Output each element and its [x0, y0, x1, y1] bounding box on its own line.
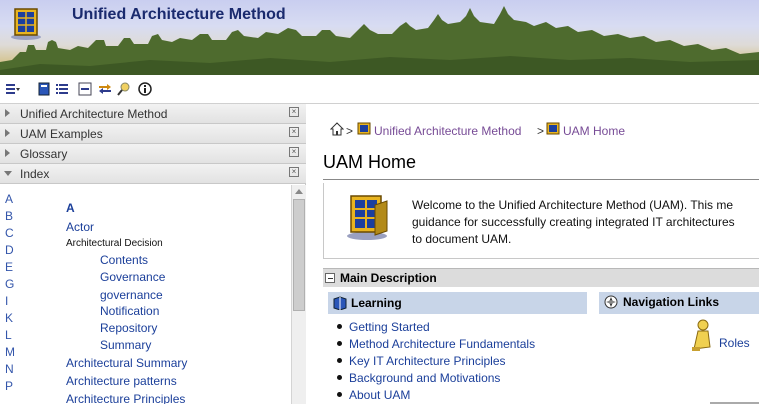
alphabet-index: A B C D E G I K L M N P [5, 192, 25, 404]
bullet-icon [337, 358, 342, 363]
left-navigation-pane: Unified Architecture Method × UAM Exampl… [0, 104, 306, 404]
index-entry[interactable]: governance [100, 288, 163, 302]
learning-link[interactable]: About UAM [349, 388, 410, 402]
role-person-icon [690, 319, 712, 358]
letter-link[interactable]: K [5, 311, 13, 325]
accordion-uam-examples[interactable]: UAM Examples × [0, 124, 306, 144]
chevron-right-icon [5, 149, 10, 157]
bullet-icon [337, 392, 342, 397]
close-icon[interactable]: × [289, 107, 299, 117]
book-icon[interactable] [37, 82, 51, 96]
collapse-toggle-icon[interactable] [325, 273, 335, 283]
letter-link[interactable]: E [5, 260, 13, 274]
index-entry[interactable]: Repository [100, 321, 157, 335]
chevron-down-icon [4, 171, 12, 176]
index-entry[interactable]: Governance [100, 270, 165, 284]
index-entry[interactable]: Contents [100, 253, 148, 267]
letter-link[interactable]: A [5, 192, 13, 206]
chevron-right-icon [5, 129, 10, 137]
sync-icon[interactable] [97, 82, 111, 96]
accordion-label: Index [20, 167, 50, 181]
app-title: Unified Architecture Method [72, 6, 286, 23]
book-icon [333, 296, 347, 313]
index-entry[interactable]: Architectural Summary [66, 356, 187, 370]
breadcrumb-separator: > [346, 124, 354, 138]
book-icon [357, 122, 371, 138]
letter-link[interactable]: L [5, 328, 12, 342]
uam-logo-icon [343, 191, 391, 246]
intro-line: Welcome to the Unified Architecture Meth… [412, 198, 734, 212]
bullet-icon [337, 324, 342, 329]
letter-link[interactable]: C [5, 226, 14, 240]
learning-link[interactable]: Background and Motivations [349, 371, 500, 385]
close-icon[interactable]: × [289, 167, 299, 177]
accordion-label: Unified Architecture Method [20, 107, 168, 121]
learning-section-header: Learning [328, 292, 587, 314]
page-title: UAM Home [323, 152, 417, 172]
intro-line: to document UAM. [412, 232, 512, 246]
navigation-links-header: Navigation Links [599, 292, 759, 314]
app-window: Unified Architecture Method Unified Arch… [0, 0, 759, 404]
divider [323, 179, 759, 180]
index-scrollbar[interactable] [291, 185, 306, 404]
compass-icon [604, 295, 618, 312]
bullet-icon [337, 375, 342, 380]
scroll-thumb[interactable] [293, 199, 305, 311]
letter-link[interactable]: B [5, 209, 13, 223]
accordion-label: Glossary [20, 147, 68, 161]
header-banner: Unified Architecture Method [0, 0, 759, 75]
breadcrumb-item-unified-architecture-method[interactable]: Unified Architecture Method [374, 124, 521, 138]
close-icon[interactable]: × [289, 147, 299, 157]
index-entry[interactable]: Summary [100, 338, 151, 352]
list-dropdown-icon[interactable] [5, 82, 20, 96]
accordion-glossary[interactable]: Glossary × [0, 144, 306, 164]
main-content: > Unified Architecture Method > UAM Home… [313, 104, 759, 404]
bullet-icon [337, 341, 342, 346]
toolbar [0, 75, 759, 104]
index-entry[interactable]: Actor [66, 220, 94, 234]
search-icon[interactable] [117, 82, 131, 96]
letter-link[interactable]: G [5, 277, 14, 291]
learning-link[interactable]: Getting Started [349, 320, 430, 334]
index-heading: A [66, 201, 75, 215]
info-icon[interactable] [138, 82, 152, 96]
main-description-header[interactable]: Main Description [323, 268, 759, 287]
learning-link[interactable]: Key IT Architecture Principles [349, 354, 506, 368]
accordion-index[interactable]: Index × [0, 164, 306, 184]
roles-link[interactable]: Roles [719, 336, 750, 350]
learning-link[interactable]: Method Architecture Fundamentals [349, 337, 535, 351]
learning-label: Learning [351, 296, 402, 310]
uam-logo-icon [8, 5, 44, 41]
index-entry[interactable]: Architecture patterns [66, 374, 177, 388]
book-icon [546, 122, 560, 138]
letter-link[interactable]: D [5, 243, 14, 257]
index-entry: Architectural Decision [66, 238, 163, 249]
breadcrumb-separator: > [537, 124, 545, 138]
letter-link[interactable]: N [5, 362, 14, 376]
intro-line: guidance for successfully creating integ… [412, 215, 735, 229]
letter-link[interactable]: I [5, 294, 8, 308]
letter-link[interactable]: M [5, 345, 15, 359]
breadcrumb-item-uam-home[interactable]: UAM Home [563, 124, 625, 138]
chevron-right-icon [5, 109, 10, 117]
accordion-unified-architecture-method[interactable]: Unified Architecture Method × [0, 104, 306, 124]
index-entry[interactable]: Notification [100, 304, 159, 318]
collapse-icon[interactable] [78, 82, 92, 96]
list-icon[interactable] [55, 82, 69, 96]
close-icon[interactable]: × [289, 127, 299, 137]
index-entry[interactable]: Architecture Principles [66, 392, 185, 404]
intro-text: Welcome to the Unified Architecture Meth… [412, 197, 735, 248]
section-label: Main Description [340, 271, 437, 285]
scroll-up-arrow-icon[interactable] [295, 189, 303, 194]
accordion-label: UAM Examples [20, 127, 103, 141]
letter-link[interactable]: P [5, 379, 13, 393]
navigation-links-label: Navigation Links [623, 295, 720, 309]
home-icon[interactable] [329, 122, 345, 139]
